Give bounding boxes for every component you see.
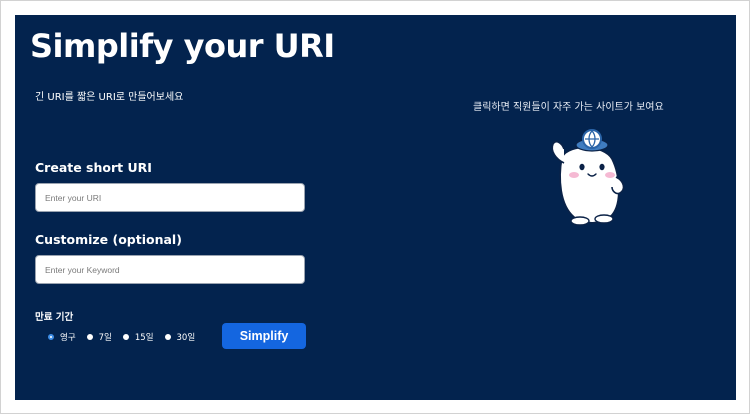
simplify-button[interactable]: Simplify bbox=[222, 323, 306, 349]
main-panel: Simplify your URI 긴 URI를 짧은 URI로 만들어보세요 … bbox=[15, 15, 736, 400]
page-title: Simplify your URI bbox=[30, 27, 335, 65]
create-short-uri-label: Create short URI bbox=[35, 160, 152, 175]
expiry-option-label: 30일 bbox=[176, 333, 196, 343]
expiry-option-permanent[interactable]: 영구 bbox=[48, 331, 76, 343]
expiry-option-label: 15일 bbox=[134, 333, 154, 343]
radio-icon bbox=[86, 334, 93, 340]
expiry-option-7days[interactable]: 7일 bbox=[86, 331, 112, 343]
expiry-option-15days[interactable]: 15일 bbox=[122, 331, 154, 343]
keyword-input[interactable] bbox=[35, 255, 305, 284]
radio-icon bbox=[122, 334, 129, 340]
expiry-option-label: 영구 bbox=[60, 333, 76, 343]
page-frame: Simplify your URI 긴 URI를 짧은 URI로 만들어보세요 … bbox=[0, 0, 750, 414]
expiry-label: 만료 기간 bbox=[35, 312, 74, 323]
mascot-character-icon[interactable] bbox=[540, 119, 630, 227]
customize-label: Customize (optional) bbox=[35, 232, 182, 247]
radio-selected-icon bbox=[48, 334, 54, 340]
expiry-radio-group: 영구 7일 15일 30일 bbox=[48, 330, 206, 344]
expiry-option-label: 7일 bbox=[98, 333, 112, 343]
mascot-hint: 클릭하면 직원들이 자주 가는 사이트가 보여요 bbox=[473, 102, 664, 113]
page-subtitle: 긴 URI를 짧은 URI로 만들어보세요 bbox=[35, 92, 184, 103]
expiry-option-30days[interactable]: 30일 bbox=[164, 331, 196, 343]
uri-input[interactable] bbox=[35, 183, 305, 212]
radio-icon bbox=[164, 334, 171, 340]
